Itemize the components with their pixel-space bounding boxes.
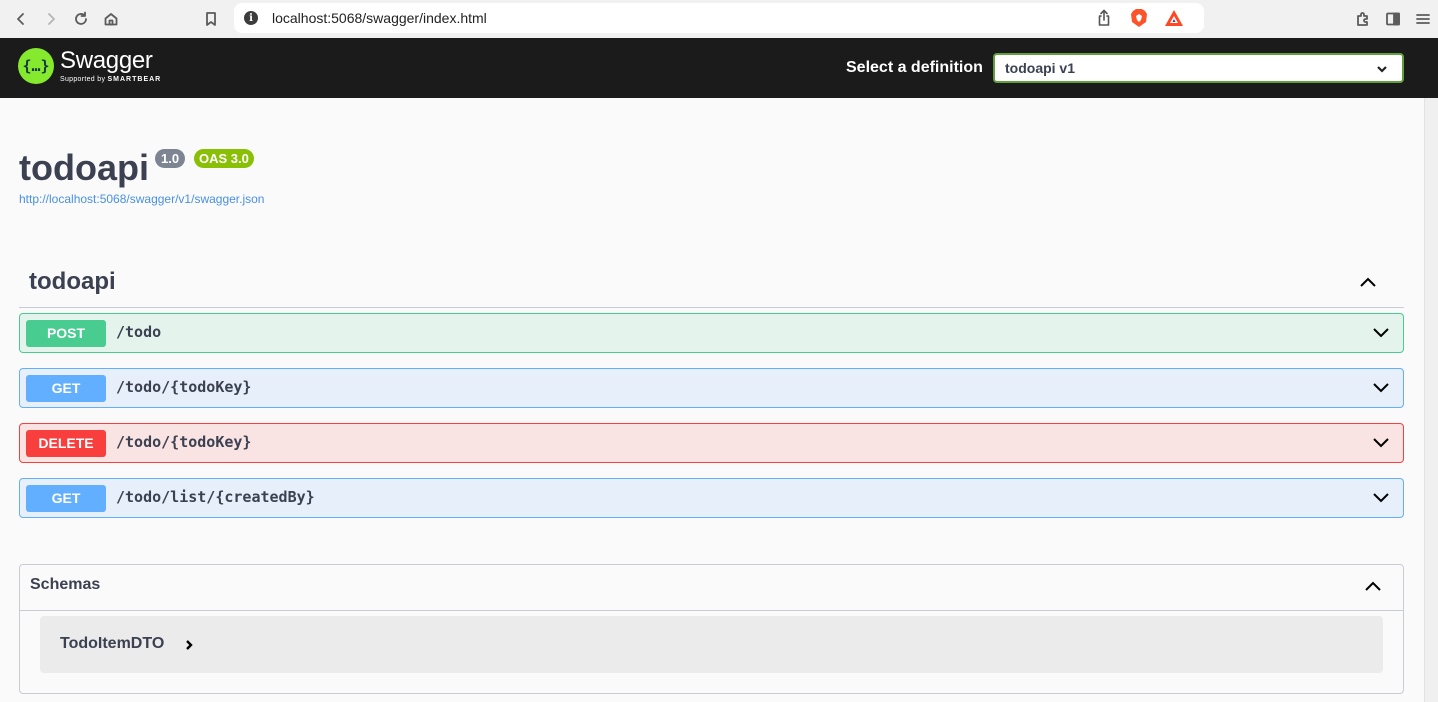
method-badge: GET xyxy=(26,485,106,512)
sidebar-button[interactable] xyxy=(1378,4,1408,34)
share-button[interactable] xyxy=(1096,9,1112,32)
definition-select[interactable]: todoapi v1 xyxy=(993,53,1404,83)
model-name: TodoItemDTO xyxy=(60,635,165,652)
share-icon xyxy=(1098,9,1110,26)
operation-delete-todo-key[interactable]: DELETE /todo/{todoKey} xyxy=(19,423,1404,463)
scrollbar[interactable] xyxy=(1424,98,1438,702)
extensions-icon xyxy=(1357,12,1368,26)
method-badge: DELETE xyxy=(26,430,106,457)
schemas-section: Schemas TodoItemDTO xyxy=(19,564,1404,694)
forward-button[interactable] xyxy=(36,4,66,34)
tag-name: todoapi xyxy=(29,268,116,295)
menu-icon xyxy=(1416,14,1430,24)
chevron-down-icon xyxy=(1376,62,1388,80)
spec-link[interactable]: http://localhost:5068/swagger/v1/swagger… xyxy=(19,192,264,206)
chevron-down-icon[interactable] xyxy=(1371,433,1391,458)
brave-rewards-icon[interactable] xyxy=(1164,9,1184,27)
model-todoitemdto[interactable]: TodoItemDTO xyxy=(40,616,1383,673)
oas-badge: OAS 3.0 xyxy=(194,149,254,168)
bookmark-button[interactable] xyxy=(196,4,226,34)
extensions-button[interactable] xyxy=(1348,4,1378,34)
operation-path: /todo/{todoKey} xyxy=(116,378,252,396)
method-badge: GET xyxy=(26,375,106,402)
definition-label: Select a definition xyxy=(846,59,983,76)
home-button[interactable] xyxy=(96,4,126,34)
operation-path: /todo/list/{createdBy} xyxy=(116,488,315,506)
chevron-up-icon[interactable] xyxy=(1358,272,1378,297)
tag-header[interactable]: todoapi xyxy=(19,261,1404,308)
back-icon xyxy=(17,13,24,25)
chevron-down-icon[interactable] xyxy=(1371,323,1391,348)
swagger-topbar: {…} Swagger Supported by SMARTBEAR Selec… xyxy=(0,38,1438,98)
chevron-down-icon[interactable] xyxy=(1371,488,1391,513)
url-text[interactable]: localhost:5068/swagger/index.html xyxy=(272,10,487,26)
bookmark-icon xyxy=(206,12,216,26)
schemas-header[interactable]: Schemas xyxy=(20,565,1403,611)
menu-button[interactable] xyxy=(1408,4,1438,34)
api-title: todoapi xyxy=(19,147,149,188)
sidebar-icon xyxy=(1386,12,1400,26)
swagger-logo-icon: {…} xyxy=(18,48,54,84)
operation-get-todo-key[interactable]: GET /todo/{todoKey} xyxy=(19,368,1404,408)
chevron-right-icon[interactable] xyxy=(183,638,195,656)
operation-post-todo[interactable]: POST /todo xyxy=(19,313,1404,353)
logo-name: Swagger xyxy=(60,46,153,74)
reload-icon xyxy=(75,11,87,25)
version-badge: 1.0 xyxy=(155,149,186,168)
definition-select-value: todoapi v1 xyxy=(1005,60,1076,76)
operation-path: /todo/{todoKey} xyxy=(116,433,252,451)
brave-shields-icon[interactable] xyxy=(1130,8,1148,28)
chevron-down-icon[interactable] xyxy=(1371,378,1391,403)
swagger-logo[interactable]: {…} Swagger Supported by SMARTBEAR xyxy=(18,48,161,84)
home-icon xyxy=(104,13,118,26)
forward-icon xyxy=(48,13,55,25)
site-info-icon[interactable]: i xyxy=(244,11,258,25)
logo-subtitle: Supported by SMARTBEAR xyxy=(60,75,162,83)
back-button[interactable] xyxy=(6,4,36,34)
chevron-up-icon[interactable] xyxy=(1363,576,1383,601)
method-badge: POST xyxy=(26,320,106,347)
browser-toolbar: i localhost:5068/swagger/index.html xyxy=(0,0,1438,38)
operation-get-todo-list[interactable]: GET /todo/list/{createdBy} xyxy=(19,478,1404,518)
operation-path: /todo xyxy=(116,323,162,341)
address-bar[interactable]: i localhost:5068/swagger/index.html xyxy=(234,3,1204,33)
reload-button[interactable] xyxy=(66,4,96,34)
schemas-title: Schemas xyxy=(30,576,101,593)
